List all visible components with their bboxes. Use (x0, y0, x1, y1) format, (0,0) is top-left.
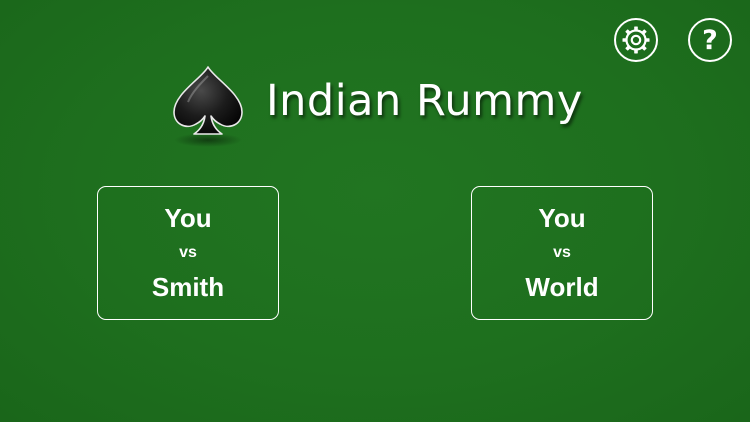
mode-line-player: You (538, 203, 586, 233)
spade-icon (173, 66, 243, 147)
mode-line-versus: vs (179, 244, 197, 261)
settings-button[interactable] (614, 18, 658, 62)
help-label: ? (702, 25, 718, 56)
app-title: Indian Rummy (266, 76, 583, 126)
you-vs-smith-button[interactable]: You vs Smith (97, 186, 279, 320)
game-menu-screen: ? Indian Rummy You vs Smith You vs World (0, 0, 750, 422)
mode-line-opponent: World (525, 272, 599, 302)
you-vs-world-button[interactable]: You vs World (471, 186, 653, 320)
mode-line-player: You (164, 203, 212, 233)
mode-line-versus: vs (553, 244, 571, 261)
help-button[interactable]: ? (688, 18, 732, 62)
mode-line-opponent: Smith (151, 272, 225, 302)
gear-icon (622, 26, 650, 54)
